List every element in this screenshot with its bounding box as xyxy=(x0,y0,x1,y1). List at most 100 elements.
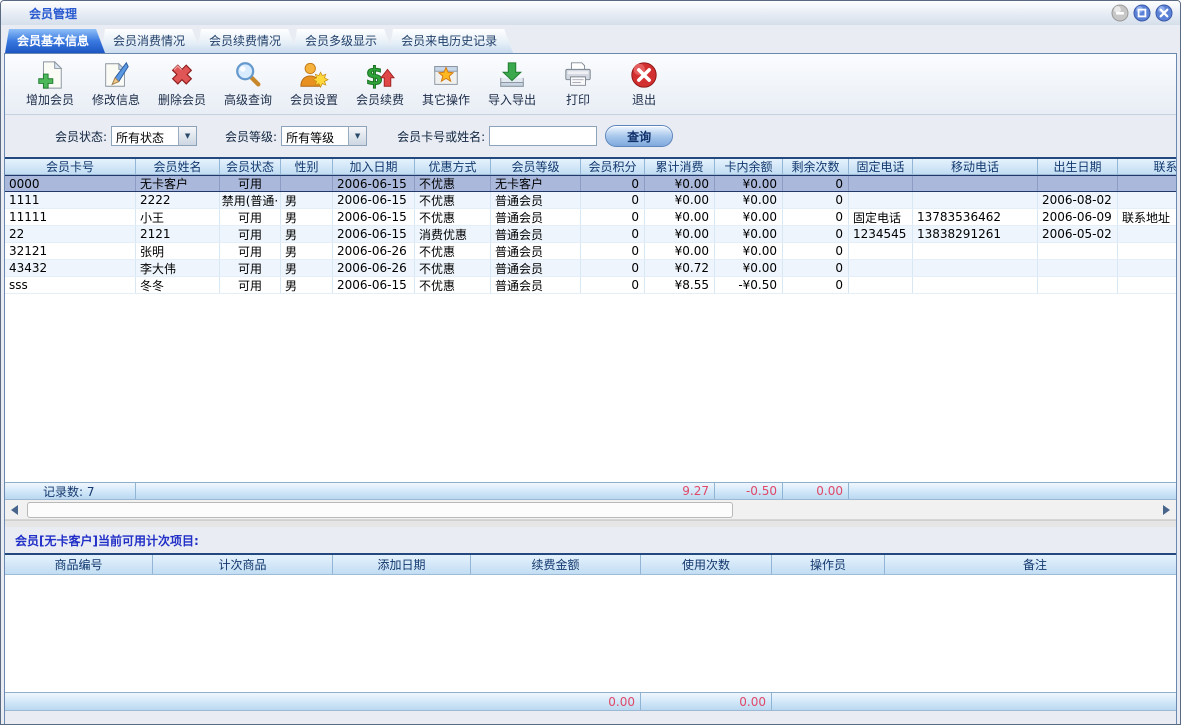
column-header[interactable]: 联系地址 xyxy=(1118,159,1176,174)
scroll-right-button[interactable] xyxy=(1157,500,1175,518)
member-settings-button[interactable]: 会员设置 xyxy=(281,56,347,112)
edit-info-button[interactable]: 修改信息 xyxy=(83,56,149,112)
column-header[interactable]: 出生日期 xyxy=(1038,159,1118,174)
table-cell: 0 xyxy=(581,226,645,242)
table-cell: 普通会员 xyxy=(491,277,581,293)
column-header[interactable]: 续费金额 xyxy=(471,555,641,574)
table-cell: 可用 xyxy=(220,243,281,259)
column-header[interactable]: 固定电话 xyxy=(849,159,913,174)
table-cell: 2006-06-09 xyxy=(1038,209,1118,225)
column-header[interactable]: 优惠方式 xyxy=(415,159,491,174)
exit-button[interactable]: 退出 xyxy=(611,56,677,112)
column-header[interactable]: 剩余次数 xyxy=(783,159,849,174)
right-arrow-icon xyxy=(1163,505,1170,515)
column-header[interactable]: 计次商品 xyxy=(153,555,333,574)
table-cell: 消费优惠 xyxy=(415,226,491,242)
other-operations-button[interactable]: 其它操作 xyxy=(413,56,479,112)
summary-cell xyxy=(849,483,913,499)
column-header[interactable]: 会员状态 xyxy=(220,159,281,174)
table-cell xyxy=(913,192,1038,208)
minimize-button[interactable] xyxy=(1111,4,1129,22)
close-icon xyxy=(1155,4,1173,22)
column-header[interactable]: 会员姓名 xyxy=(136,159,220,174)
column-header[interactable]: 操作员 xyxy=(772,555,885,574)
tab-member-consumption[interactable]: 会员消费情况 xyxy=(101,29,201,53)
column-header[interactable]: 加入日期 xyxy=(333,159,415,174)
chevron-down-icon: ▼ xyxy=(348,127,366,145)
summary-cell xyxy=(491,483,581,499)
toolbar-label: 高级查询 xyxy=(224,91,272,108)
column-header[interactable]: 备注 xyxy=(885,555,1176,574)
table-row[interactable]: 43432李大伟可用男2006-06-26不优惠普通会员0¥0.72¥0.000 xyxy=(5,260,1176,277)
table-row[interactable]: 32121张明可用男2006-06-26不优惠普通会员0¥0.00¥0.000 xyxy=(5,243,1176,260)
summary-cell xyxy=(913,483,1038,499)
table-cell: 男 xyxy=(281,243,333,259)
scrollbar-thumb[interactable] xyxy=(27,502,733,518)
print-button[interactable]: 打印 xyxy=(545,56,611,112)
tab-member-call-history[interactable]: 会员来电历史记录 xyxy=(389,29,513,53)
tab-member-multilevel[interactable]: 会员多级显示 xyxy=(293,29,393,53)
table-cell: 0 xyxy=(783,209,849,225)
column-header[interactable]: 添加日期 xyxy=(333,555,471,574)
table-cell: 固定电话 xyxy=(849,209,913,225)
toolbar-label: 会员设置 xyxy=(290,91,338,108)
table-cell: ¥0.00 xyxy=(645,192,715,208)
summary-cell xyxy=(1118,483,1176,499)
chevron-down-icon: ▼ xyxy=(178,127,196,145)
delete-member-button[interactable]: 删除会员 xyxy=(149,56,215,112)
close-button[interactable] xyxy=(1155,4,1173,22)
column-header[interactable]: 会员卡号 xyxy=(5,159,136,174)
column-header[interactable]: 会员积分 xyxy=(581,159,645,174)
column-header[interactable]: 使用次数 xyxy=(641,555,772,574)
table-cell: 2006-06-26 xyxy=(333,243,415,259)
filter-bar: 会员状态: 所有状态 ▼ 会员等级: 所有等级 ▼ 会员卡号或姓名: 查询 xyxy=(5,115,1176,157)
table-cell: 2006-06-15 xyxy=(333,209,415,225)
member-management-window: 会员管理 xyxy=(0,0,1181,725)
titlebar: 会员管理 xyxy=(1,1,1180,25)
table-cell: ¥0.00 xyxy=(715,226,783,242)
advanced-query-button[interactable]: 高级查询 xyxy=(215,56,281,112)
toolbar-label: 打印 xyxy=(566,91,590,108)
member-status-select[interactable]: 所有状态 ▼ xyxy=(111,126,197,146)
table-cell: 可用 xyxy=(220,226,281,242)
splitter[interactable] xyxy=(5,520,1176,527)
column-header[interactable]: 累计消费 xyxy=(645,159,715,174)
search-input[interactable] xyxy=(489,126,597,146)
column-header[interactable]: 商品编号 xyxy=(5,555,153,574)
summary-cell xyxy=(220,483,281,499)
table-cell: 0 xyxy=(581,192,645,208)
member-level-label: 会员等级: xyxy=(225,128,277,145)
table-row[interactable]: 11112222禁用(普通·男2006-06-15不优惠普通会员0¥0.00¥0… xyxy=(5,192,1176,209)
counted-items-summary-row: 0.000.00 xyxy=(5,692,1176,711)
main-panel: 增加会员 修改信息 删除会员 xyxy=(4,53,1177,724)
table-cell: 0 xyxy=(581,176,645,191)
column-header[interactable]: 性别 xyxy=(281,159,333,174)
table-cell: ¥0.00 xyxy=(715,176,783,191)
summary-cell: 0.00 xyxy=(471,693,641,710)
column-header[interactable]: 卡内余额 xyxy=(715,159,783,174)
column-header[interactable]: 会员等级 xyxy=(491,159,581,174)
counted-items-empty-area xyxy=(5,575,1176,692)
minimize-icon xyxy=(1111,4,1129,22)
add-member-button[interactable]: 增加会员 xyxy=(17,56,83,112)
table-row[interactable]: 0000无卡客户可用2006-06-15不优惠无卡客户0¥0.00¥0.000 xyxy=(5,175,1176,192)
table-cell xyxy=(1118,277,1176,293)
import-export-icon xyxy=(497,60,527,90)
horizontal-scrollbar[interactable] xyxy=(5,500,1176,520)
table-row[interactable]: 11111小王可用男2006-06-15不优惠普通会员0¥0.00¥0.000固… xyxy=(5,209,1176,226)
maximize-button[interactable] xyxy=(1133,4,1151,22)
query-button[interactable]: 查询 xyxy=(605,125,673,147)
table-row[interactable]: 222121可用男2006-06-15消费优惠普通会员0¥0.00¥0.0001… xyxy=(5,226,1176,243)
import-export-button[interactable]: 导入导出 xyxy=(479,56,545,112)
table-cell: 联系地址 xyxy=(1118,209,1176,225)
counted-items-section-label: 会员[无卡客户]当前可用计次项目: xyxy=(5,527,1176,553)
tab-member-renewal[interactable]: 会员续费情况 xyxy=(197,29,297,53)
member-level-select[interactable]: 所有等级 ▼ xyxy=(281,126,367,146)
table-cell: ¥0.00 xyxy=(715,209,783,225)
member-renew-button[interactable]: $ 会员续费 xyxy=(347,56,413,112)
table-row[interactable]: sss冬冬可用男2006-06-15不优惠普通会员0¥8.55-¥0.500 xyxy=(5,277,1176,294)
column-header[interactable]: 移动电话 xyxy=(913,159,1038,174)
tab-member-basic-info[interactable]: 会员基本信息 xyxy=(5,29,105,53)
table-cell: 可用 xyxy=(220,209,281,225)
scroll-left-button[interactable] xyxy=(6,500,24,518)
